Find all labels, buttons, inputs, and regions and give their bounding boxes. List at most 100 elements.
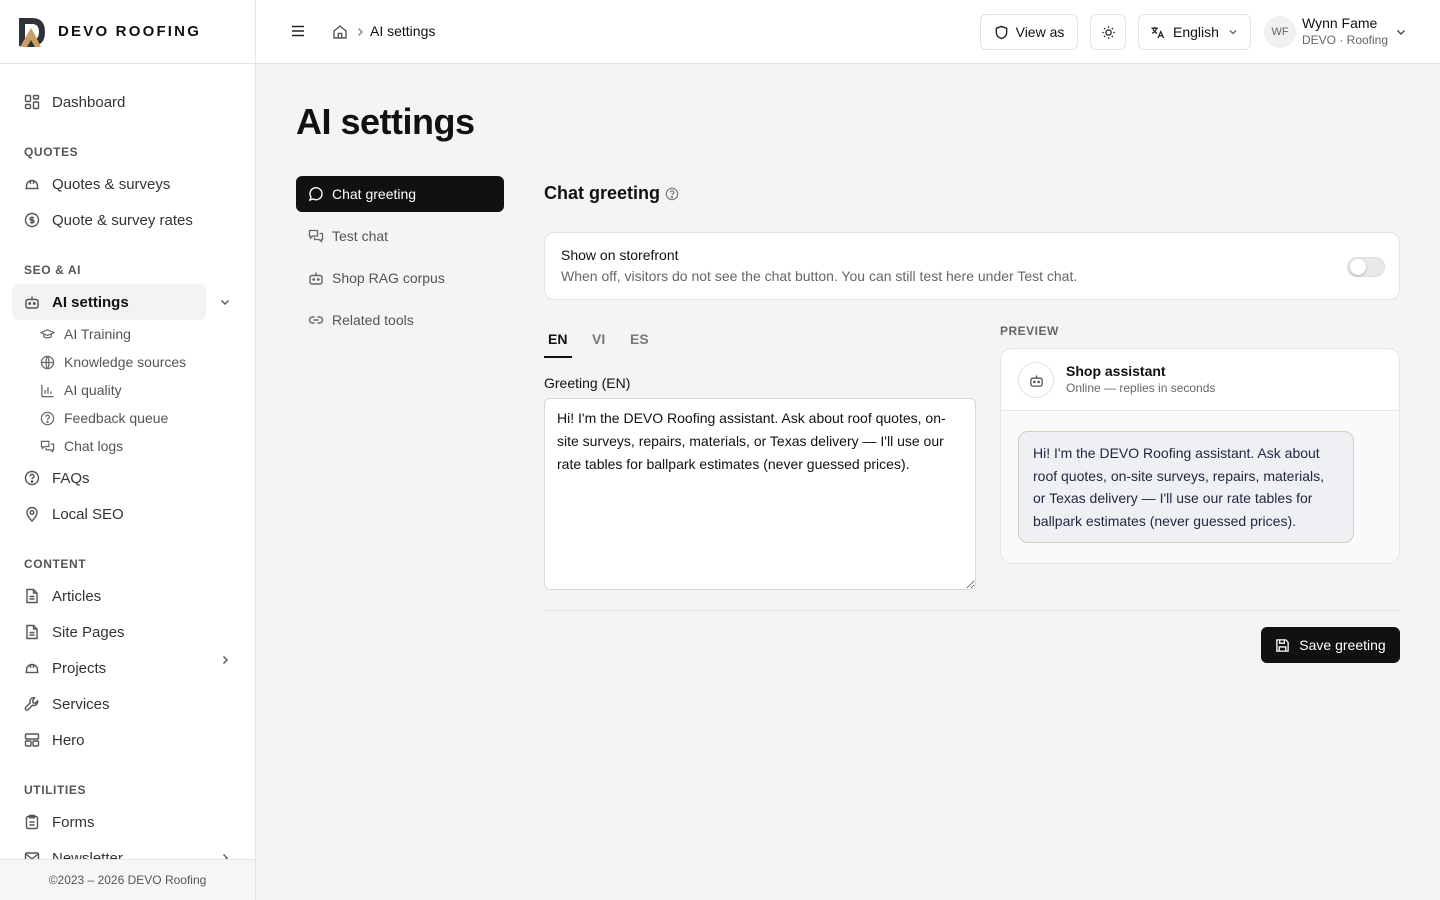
sidebar-subitem-label: Chat logs [64, 438, 124, 454]
sidebar-subitem-label: AI Training [64, 326, 131, 342]
sidebar-item-label: Quotes & surveys [52, 175, 171, 193]
sidebar-item-label: Newsletter [52, 849, 123, 860]
language-select[interactable]: English [1138, 14, 1251, 50]
sidebar-item-quotes-surveys[interactable]: Quotes & surveys [12, 166, 244, 202]
sidebar-subitem-ai-training[interactable]: AI Training [40, 322, 131, 346]
lang-tab-en[interactable]: EN [548, 331, 567, 347]
sidebar-item-label: Local SEO [52, 505, 124, 523]
devo-logo-icon [19, 17, 45, 47]
brand[interactable]: DEVO ROOFING [0, 0, 255, 64]
map-pin-icon [26, 506, 38, 522]
sidebar-item-label: Services [52, 695, 110, 713]
storefront-description: When off, visitors do not see the chat b… [561, 268, 1078, 284]
section-label-quotes: QUOTES [24, 145, 79, 159]
sidebar-subitem-chat-logs[interactable]: Chat logs [40, 434, 123, 458]
clipboard-icon [25, 814, 39, 830]
preview-label: PREVIEW [1000, 324, 1059, 338]
sidebar-item-label: FAQs [52, 469, 90, 487]
link-icon [308, 316, 324, 324]
lang-tab-vi[interactable]: VI [592, 331, 605, 347]
sidebar-item-ai-settings[interactable]: AI settings [12, 284, 206, 320]
help-circle-icon [40, 411, 55, 425]
chevron-down-icon[interactable] [1394, 25, 1408, 39]
sidebar-item-label: Site Pages [52, 623, 125, 641]
greeting-textarea[interactable]: Hi! I'm the DEVO Roofing assistant. Ask … [544, 398, 976, 590]
language-label: English [1173, 24, 1219, 40]
lang-tab-es[interactable]: ES [630, 331, 649, 347]
bot-avatar [1018, 362, 1054, 398]
bot-icon [25, 296, 39, 309]
divider [544, 610, 1400, 611]
tab-chat-greeting[interactable]: Chat greeting [296, 176, 504, 212]
sidebar-item-faqs[interactable]: FAQs [12, 460, 244, 496]
shield-icon [995, 25, 1007, 39]
sidebar-item-projects[interactable]: Projects [12, 650, 244, 686]
breadcrumb-current: AI settings [370, 23, 436, 39]
tab-shop-rag-corpus[interactable]: Shop RAG corpus [296, 260, 504, 296]
bot-icon [1029, 374, 1043, 387]
theme-toggle-button[interactable] [1090, 14, 1126, 50]
sidebar-item-forms[interactable]: Forms [12, 804, 244, 840]
save-greeting-button[interactable]: Save greeting [1261, 627, 1400, 663]
file-text-icon [26, 588, 38, 604]
toggle-knob [1350, 259, 1366, 275]
sidebar-subitem-label: AI quality [64, 382, 122, 398]
storefront-toggle[interactable] [1347, 257, 1385, 277]
sidebar-item-dashboard[interactable]: Dashboard [12, 84, 244, 120]
tab-related-tools[interactable]: Related tools [296, 302, 504, 338]
help-circle-icon[interactable] [665, 187, 679, 201]
mail-icon [24, 852, 40, 859]
sidebar-nav: Dashboard QUOTES Quotes & surveys Quote … [0, 64, 255, 859]
sidebar-item-label: Projects [52, 659, 107, 677]
sidebar-item-newsletter[interactable]: Newsletter [12, 840, 244, 859]
save-label: Save greeting [1299, 637, 1386, 653]
messages-icon [308, 229, 324, 243]
sidebar-item-site-pages[interactable]: Site Pages [12, 614, 244, 650]
sidebar-subitem-feedback-queue[interactable]: Feedback queue [40, 406, 168, 430]
chat-preview: Shop assistant Online — replies in secon… [1000, 348, 1400, 564]
assistant-name: Shop assistant [1066, 363, 1166, 379]
sidebar-item-label: Dashboard [52, 93, 126, 111]
sidebar-item-label: Articles [52, 587, 102, 605]
chevron-down-icon[interactable] [218, 295, 232, 309]
avatar[interactable]: WF [1264, 16, 1296, 48]
wrench-icon [24, 697, 39, 711]
page-title: AI settings [296, 101, 475, 142]
sidebar-item-local-seo[interactable]: Local SEO [12, 496, 244, 532]
preview-header: Shop assistant Online — replies in secon… [1001, 349, 1399, 411]
messages-icon [40, 440, 55, 453]
dashboard-icon [24, 94, 40, 110]
greeting-bubble: Hi! I'm the DEVO Roofing assistant. Ask … [1018, 431, 1354, 543]
sidebar-subitem-knowledge-sources[interactable]: Knowledge sources [40, 350, 186, 374]
help-circle-icon [24, 470, 40, 486]
bar-chart-icon [41, 384, 54, 397]
save-icon [1276, 638, 1290, 652]
home-icon[interactable] [332, 24, 348, 40]
sidebar-item-hero[interactable]: Hero [12, 722, 244, 758]
sidebar-item-quote-rates[interactable]: Quote & survey rates [12, 202, 244, 238]
section-label-seo-ai: SEO & AI [24, 263, 82, 277]
assistant-status: Online — replies in seconds [1066, 381, 1216, 395]
hard-hat-icon [25, 179, 39, 190]
chevron-right-icon[interactable] [218, 851, 232, 859]
top-header: AI settings View as English WF Wynn Fame… [256, 0, 1440, 64]
tab-label: Related tools [332, 312, 414, 328]
sidebar-subitem-ai-quality[interactable]: AI quality [40, 378, 122, 402]
sidebar-subitem-label: Knowledge sources [64, 354, 187, 370]
chevron-down-icon [1229, 30, 1237, 35]
sidebar-item-services[interactable]: Services [12, 686, 244, 722]
tab-label: Shop RAG corpus [332, 270, 445, 286]
menu-icon[interactable] [290, 23, 306, 39]
user-name[interactable]: Wynn Fame [1302, 15, 1377, 31]
storefront-title: Show on storefront [561, 247, 679, 263]
user-org: DEVO · Roofing [1302, 33, 1389, 47]
tab-test-chat[interactable]: Test chat [296, 218, 504, 254]
sidebar-item-articles[interactable]: Articles [12, 578, 244, 614]
sidebar-item-label: Quote & survey rates [52, 211, 193, 229]
sidebar-footer: ©2023 – 2026 DEVO Roofing [0, 859, 255, 900]
bot-icon [309, 272, 323, 285]
section-title: Chat greeting [544, 183, 661, 203]
view-as-button[interactable]: View as [980, 14, 1078, 50]
greeting-label: Greeting (EN) [544, 375, 631, 391]
message-circle-icon [308, 187, 323, 202]
